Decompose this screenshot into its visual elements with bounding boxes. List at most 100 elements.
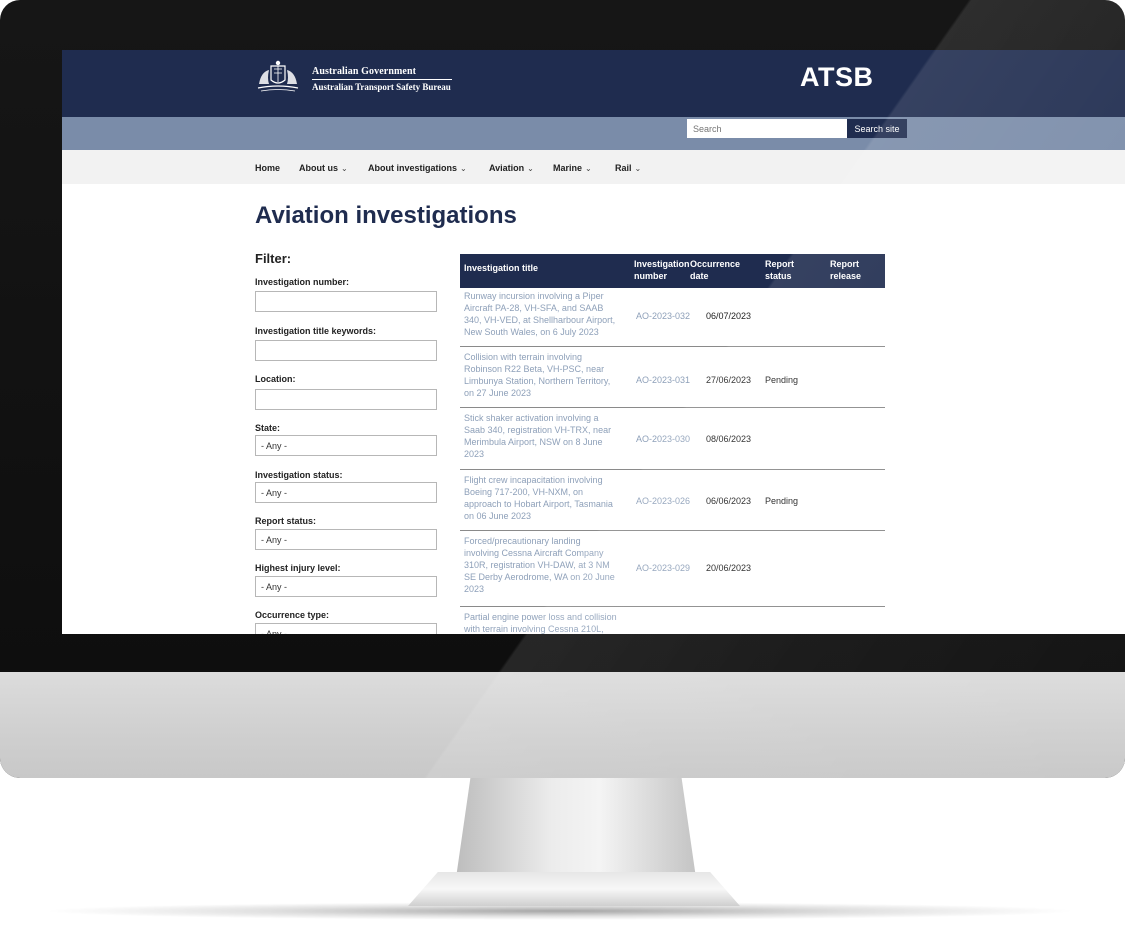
chevron-down-icon: ⌄ [341,164,348,173]
report-status-select[interactable]: - Any - [255,529,437,550]
row-divider [460,530,885,531]
nav-rail[interactable]: Rail ⌄ [615,163,641,173]
row-divider [460,407,885,408]
row-investigation-title-link[interactable]: Stick shaker activation involving a Saab… [464,412,629,460]
nav-about-investigations[interactable]: About investigations ⌄ [368,163,467,173]
title-line: approach to Hobart Airport, Tasmania [464,499,613,509]
row-investigation-title-link[interactable]: Forced/precautionary landing involving C… [464,535,629,595]
state-select[interactable]: - Any - [255,435,437,456]
header-investigation-number[interactable]: Investigation number [634,258,690,282]
website-screen: Australian Government Australian Transpo… [62,50,1125,634]
title-line: 310R, registration VH-DAW, at 3 NM [464,560,610,570]
header-number-line1: Investigation [634,259,690,269]
header-report-status[interactable]: Report status [765,258,794,282]
row-divider [460,469,885,470]
government-name: Australian Government [312,66,417,77]
investigation-status-label: Investigation status: [255,470,343,480]
row-occurrence-date: 27/06/2023 [706,375,752,385]
header-occurrence-date[interactable]: Occurrence date [690,258,740,282]
row-investigation-number-link[interactable]: AO-2023-031 [636,375,690,385]
row-occurrence-date: 06/06/2023 [706,496,752,506]
row-occurrence-date: 06/07/2023 [706,311,752,321]
row-investigation-title-link[interactable]: Runway incursion involving a Piper Aircr… [464,290,629,338]
monitor-base [408,872,740,906]
header-investigation-title[interactable]: Investigation title [464,262,538,274]
page-title: Aviation investigations [255,202,517,229]
row-divider [460,346,885,347]
nav-marine[interactable]: Marine ⌄ [553,163,592,173]
nav-aviation-label: Aviation [489,163,525,173]
header-date-line1: Occurrence [690,259,741,269]
row-investigation-title-link[interactable]: Collision with terrain involving Robinso… [464,351,629,399]
title-line: Collision with terrain involving [464,352,583,362]
search-strip [62,117,1125,150]
title-line: SE Derby Aerodrome, WA on 20 June [464,572,615,582]
investigation-status-select[interactable]: - Any - [255,482,437,503]
title-line: Stick shaker activation involving a [464,413,599,423]
chevron-down-icon: ⌄ [585,164,592,173]
investigation-number-input[interactable] [255,291,437,312]
chevron-down-icon: ⌄ [634,164,642,173]
monitor-stand [456,778,696,878]
nav-home-label: Home [255,163,281,173]
title-line: Merimbula Airport, NSW on 8 June [464,437,603,447]
nav-about-us[interactable]: About us ⌄ [299,163,348,173]
atsb-logo[interactable]: ATSB [800,62,874,93]
government-header [62,50,1125,117]
row-investigation-number-link[interactable]: AO-2023-026 [636,496,690,506]
main-navigation [62,150,1125,184]
title-line: Limbunya Station, Northern Territory, [464,376,611,386]
row-divider [460,606,885,607]
state-label: State: [255,423,281,433]
header-number-line2: number [634,271,668,281]
row-investigation-number-link[interactable]: AO-2023-030 [636,434,690,444]
title-line: 2023 [464,584,485,594]
title-line: 340, VH-VED, at Shellharbour Airport, [464,315,616,325]
highest-injury-select[interactable]: - Any - [255,576,437,597]
chevron-down-icon: ⌄ [527,164,534,173]
bureau-name: Australian Transport Safety Bureau [312,82,451,92]
occurrence-type-label: Occurrence type: [255,610,330,620]
nav-home[interactable]: Home [255,163,280,173]
title-line: Boeing 717-200, VH-NXM, on [464,487,584,497]
title-line: Flight crew incapacitation involving [464,475,603,485]
row-investigation-title-link[interactable]: Partial engine power loss and collision … [464,611,629,634]
search-site-button[interactable]: Search site [847,119,907,138]
title-line: Forced/precautionary landing [464,536,581,546]
monitor-chin [0,672,1125,778]
header-release-line1: Report [830,259,859,269]
nav-about-investigations-label: About investigations [368,163,458,173]
title-line: with terrain involving Cessna 210L, [464,624,604,634]
occurrence-type-select[interactable]: - Any - [255,623,437,634]
title-line: Partial engine power loss and collision [464,612,617,622]
search-input[interactable] [687,119,847,138]
row-occurrence-date: 20/06/2023 [706,563,752,573]
title-line: on 06 June 2023 [464,511,532,521]
nav-marine-label: Marine [553,163,583,173]
nav-aviation[interactable]: Aviation ⌄ [489,163,534,173]
title-line: on 27 June 2023 [464,388,532,398]
title-keywords-input[interactable] [255,340,437,361]
row-investigation-title-link[interactable]: Flight crew incapacitation involving Boe… [464,474,629,522]
header-divider [312,79,452,80]
title-line: involving Cessna Aircraft Company [464,548,604,558]
header-report-release[interactable]: Report release [830,258,861,282]
location-label: Location: [255,374,296,384]
row-investigation-number-link[interactable]: AO-2023-032 [636,311,690,321]
row-investigation-number-link[interactable]: AO-2023-029 [636,563,690,573]
results-table-header: Investigation title Investigation number … [460,254,885,288]
title-line: Runway incursion involving a Piper [464,291,604,301]
title-line: Saab 340, registration VH-TRX, near [464,425,612,435]
header-date-line2: date [690,271,709,281]
header-release-line2: release [830,271,862,281]
nav-rail-label: Rail [615,163,632,173]
row-report-status: Pending [765,496,799,506]
title-keywords-label: Investigation title keywords: [255,326,377,336]
nav-about-us-label: About us [299,163,338,173]
report-status-label: Report status: [255,516,317,526]
coat-of-arms-icon[interactable] [255,58,301,94]
row-report-status: Pending [765,375,799,385]
location-input[interactable] [255,389,437,410]
row-occurrence-date: 08/06/2023 [706,434,752,444]
title-line: Robinson R22 Beta, VH-PSC, near [464,364,605,374]
